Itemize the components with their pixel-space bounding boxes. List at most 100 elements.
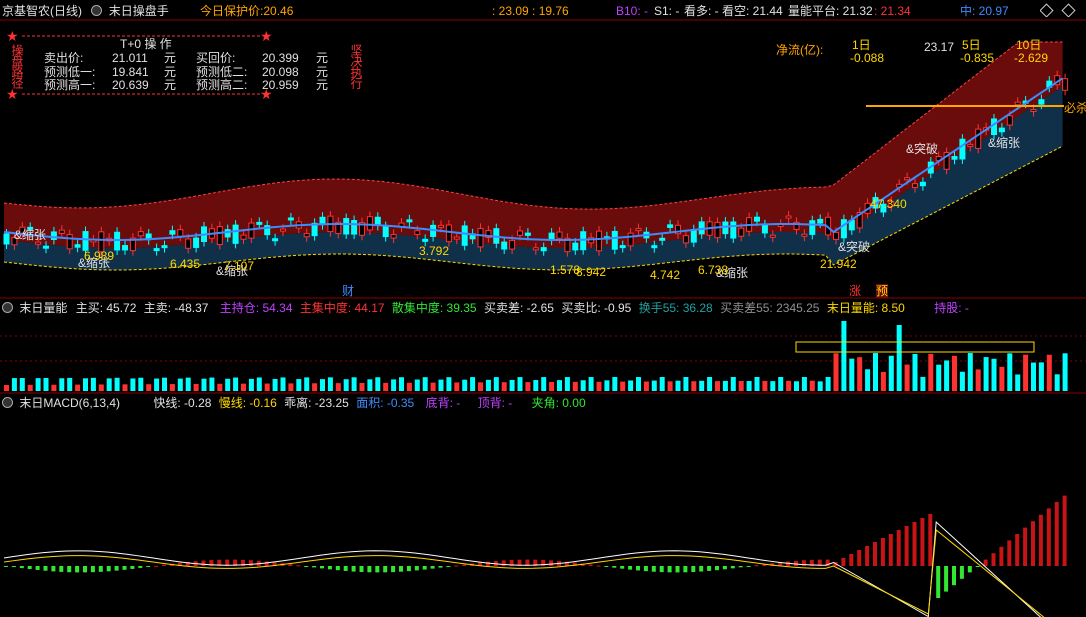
price-label: 7.107: [224, 259, 255, 273]
flow-10d-value: -2.629: [1014, 51, 1049, 65]
volume-bar: [967, 353, 973, 391]
macd-bar: [691, 566, 696, 572]
volume-bar: [438, 379, 444, 391]
macd-bar: [604, 566, 609, 567]
candle-body: [532, 247, 539, 251]
macd-bar: [636, 566, 640, 571]
star-icon: ★: [6, 28, 19, 44]
macd-bar: [27, 566, 32, 570]
macd-bar: [406, 566, 411, 572]
volume-bar: [596, 381, 602, 391]
candle-body: [1062, 78, 1069, 91]
candle-body: [667, 224, 674, 228]
volume-bar: [857, 357, 863, 391]
volume-bar: [999, 366, 1005, 391]
macd-bar: [67, 566, 72, 573]
volume-bar: [896, 325, 902, 391]
candle-body: [66, 234, 73, 250]
candle-body: [477, 227, 484, 248]
macd-bar: [414, 566, 419, 571]
annotation: &突破: [906, 142, 939, 156]
volume-bar: [849, 358, 855, 391]
volume-bar: [1054, 374, 1060, 391]
volume-bar: [4, 385, 9, 391]
macd-bar: [675, 566, 680, 573]
macd-bar: [138, 566, 143, 568]
volume-bar: [880, 371, 886, 391]
volume-bar: [817, 381, 823, 391]
candle-body: [785, 215, 792, 219]
macd-top-div: 顶背: -: [477, 396, 513, 410]
candle-body: [287, 217, 294, 221]
volume-bar: [446, 377, 452, 391]
candle-body: [169, 230, 176, 235]
macd-bar: [596, 565, 601, 567]
volume-bar: [794, 381, 799, 391]
circle-menu-icon[interactable]: [2, 397, 13, 408]
buyback-label: 买回价:: [196, 51, 236, 65]
volume-bar: [67, 377, 73, 391]
candle-body: [280, 228, 286, 232]
macd-bar: [359, 566, 364, 573]
volume-bar: [75, 384, 81, 391]
volume-bar: [209, 377, 215, 391]
candle-body: [611, 230, 618, 250]
candle-body: [904, 177, 911, 181]
volume-bar: [90, 377, 96, 391]
candle-body: [919, 181, 926, 187]
flow-label: 净流(亿):: [776, 43, 824, 57]
flow-5d-label: 5日: [962, 38, 981, 52]
candle-body: [382, 226, 389, 238]
candle-body: [445, 224, 452, 243]
macd-bar: [959, 566, 964, 579]
volume-bar: [193, 383, 199, 391]
candle-body: [524, 232, 531, 236]
macd-bar: [643, 566, 648, 572]
candle-body: [58, 229, 65, 234]
macd-bar: [43, 566, 48, 571]
volume-bar: [422, 377, 428, 391]
volume-bar: [975, 369, 981, 391]
volume-bar: [256, 377, 262, 391]
macd-bar: [288, 564, 293, 566]
macd-bar: [343, 566, 348, 571]
volume-bar: [1046, 354, 1052, 391]
t0-side-right: 坚决执行: [349, 44, 363, 88]
volume-bar: [478, 382, 483, 391]
candle-body: [509, 239, 516, 250]
macd-bar: [794, 560, 798, 566]
volume-bar: [201, 378, 207, 391]
volume-bar: [233, 377, 239, 391]
volume-bar: [122, 384, 128, 391]
volume-bar: [580, 380, 586, 391]
flow-1d-label: 1日: [852, 38, 871, 52]
macd-slow-line: [3, 529, 1045, 617]
macd-bar: [399, 566, 403, 572]
circle-menu-icon[interactable]: [2, 302, 13, 313]
macd-bar: [367, 566, 372, 573]
candle-body: [801, 233, 808, 237]
volume-name: 末日量能: [19, 301, 68, 315]
annotation: &缩张: [14, 228, 47, 242]
candle-body: [43, 245, 49, 249]
macd-bar: [51, 566, 56, 572]
macd-bar: [1046, 508, 1051, 566]
macd-bar: [312, 566, 317, 568]
pred-high2-value: 20.959: [262, 78, 299, 92]
candle-body: [619, 245, 626, 249]
macd-bar: [841, 558, 846, 566]
candle-body: [682, 235, 689, 244]
macd-bar: [422, 566, 427, 570]
volume-bar: [959, 371, 965, 391]
volume-bar: [375, 377, 381, 391]
macd-bar: [896, 530, 901, 566]
volume-bar: [983, 357, 989, 391]
macd-bar: [659, 566, 664, 573]
candle-body: [232, 224, 239, 244]
volume-bar: [651, 380, 657, 391]
volume-bar: [264, 383, 270, 391]
macd-bar: [114, 566, 119, 571]
volume-bar: [762, 380, 768, 391]
macd-bar: [944, 566, 949, 592]
candle-body: [951, 156, 958, 160]
